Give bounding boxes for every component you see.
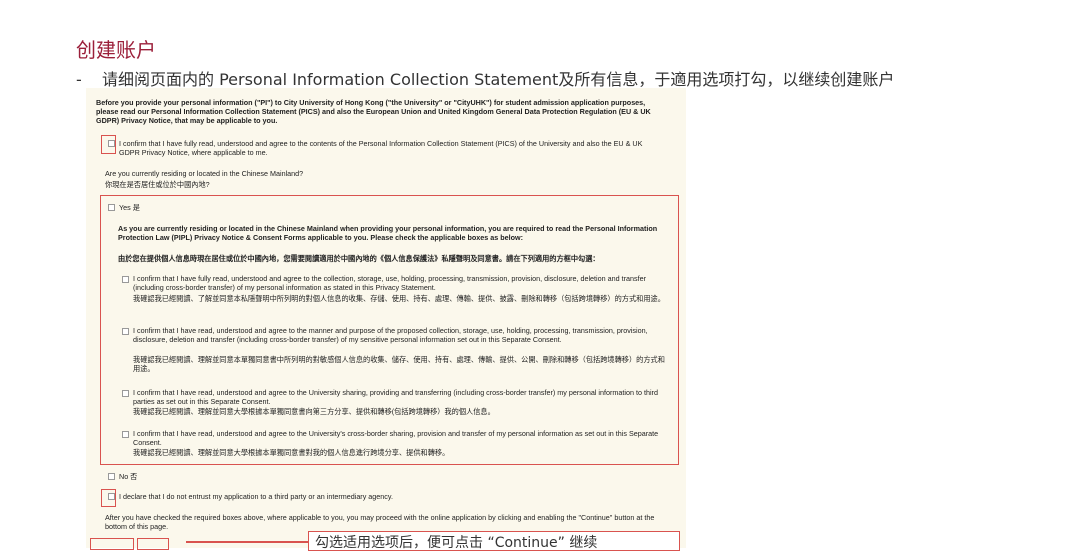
continue-note: After you have checked the required boxe… <box>105 513 655 531</box>
declare-label: I declare that I do not entrust my appli… <box>119 492 393 501</box>
application-form-screenshot: Before you provide your personal informa… <box>86 88 686 548</box>
no-label: No 否 <box>119 472 138 481</box>
intro-text: Before you provide your personal informa… <box>96 98 651 125</box>
residing-question-zh: 你現在是否居住或位於中國內地? <box>105 180 210 189</box>
callout-connector <box>186 541 308 543</box>
residing-question-en: Are you currently residing or located in… <box>105 169 304 178</box>
highlight-confirm-checkbox <box>101 135 116 154</box>
highlight-button-left <box>90 538 134 550</box>
list-dash: - <box>76 70 82 89</box>
callout-box: 勾选适用选项后，便可点击 “Continue” 继续 <box>308 531 680 551</box>
highlight-mainland-section <box>100 195 679 465</box>
highlight-continue-button <box>137 538 169 550</box>
confirm-pics-label: I confirm that I have fully read, unders… <box>119 139 643 157</box>
instruction-text: - 请细阅页面内的 Personal Information Collection… <box>76 70 895 89</box>
page-title: 创建账户 <box>76 38 156 62</box>
highlight-declare-checkbox <box>101 489 116 507</box>
no-radio[interactable] <box>108 473 115 480</box>
